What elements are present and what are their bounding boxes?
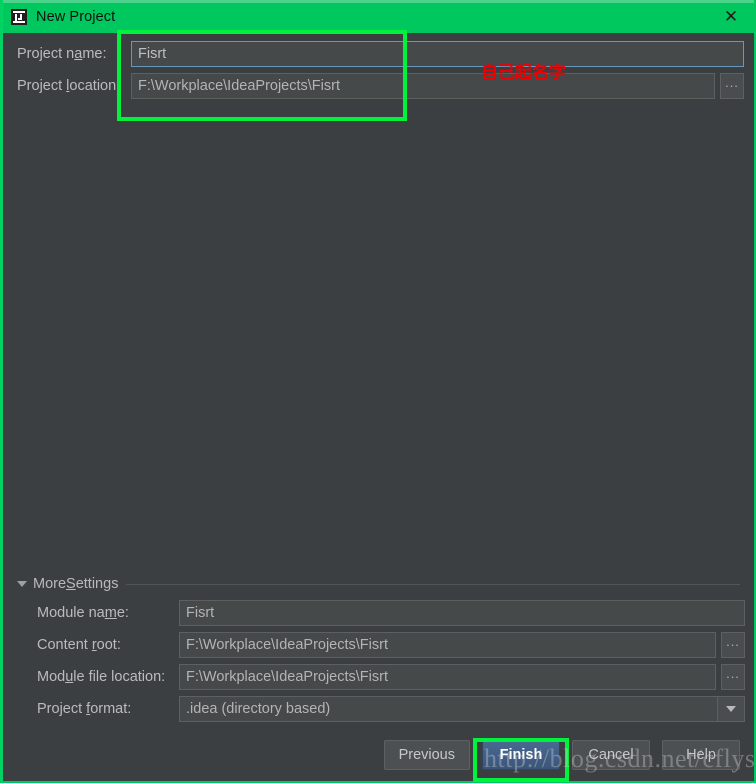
title-bar-top-strip xyxy=(3,0,754,3)
module-file-location-row: Module file location: F:\Workplace\IdeaP… xyxy=(37,664,745,690)
content-root-row: Content root: F:\Workplace\IdeaProjects\… xyxy=(37,632,745,658)
more-settings-header[interactable]: MoreSettings xyxy=(17,575,740,593)
chevron-down-icon[interactable] xyxy=(17,581,27,587)
project-format-label: Project format: xyxy=(37,701,132,717)
content-root-browse-button[interactable]: ... xyxy=(721,632,745,658)
project-location-label: Project location: xyxy=(17,78,121,94)
project-location-browse-button[interactable]: ... xyxy=(720,73,744,99)
title-bar: New Project ✕ xyxy=(3,0,754,33)
project-name-label: Project name: xyxy=(17,46,107,62)
more-settings-divider xyxy=(126,583,740,585)
chevron-down-icon xyxy=(726,706,736,712)
module-file-location-label: Module file location: xyxy=(37,669,166,685)
project-format-dropdown-arrow[interactable] xyxy=(717,696,745,722)
project-name-input[interactable]: Fisrt xyxy=(131,41,744,67)
annotation-red-note: 自己起名字 xyxy=(481,63,566,83)
help-button[interactable]: Help xyxy=(662,740,740,770)
new-project-dialog: New Project ✕ Project name: Fisrt Projec… xyxy=(0,0,756,783)
project-name-row: Project name: Fisrt xyxy=(17,41,745,67)
intellij-idea-icon xyxy=(11,8,27,25)
cancel-button[interactable]: Cancel xyxy=(572,740,650,770)
window-title: New Project xyxy=(36,8,116,25)
previous-button[interactable]: Previous xyxy=(383,740,470,770)
more-settings-label: MoreSettings xyxy=(33,576,119,592)
project-form: Project name: Fisrt Project location: F:… xyxy=(3,33,754,123)
module-file-location-browse-button[interactable]: ... xyxy=(721,664,745,690)
module-name-label: Module name: xyxy=(37,605,129,621)
finish-button[interactable]: Finish xyxy=(482,740,560,770)
module-name-row: Module name: Fisrt xyxy=(37,600,745,626)
module-name-input[interactable]: Fisrt xyxy=(179,600,745,626)
content-root-label: Content root: xyxy=(37,637,121,653)
module-file-location-input[interactable]: F:\Workplace\IdeaProjects\Fisrt xyxy=(179,664,716,690)
dialog-button-bar: Previous Finish Cancel Help xyxy=(3,739,740,771)
project-location-input[interactable]: F:\Workplace\IdeaProjects\Fisrt xyxy=(131,73,715,99)
project-format-row: Project format: .idea (directory based) xyxy=(37,696,745,722)
content-root-input[interactable]: F:\Workplace\IdeaProjects\Fisrt xyxy=(179,632,716,658)
project-format-value[interactable]: .idea (directory based) xyxy=(179,696,717,722)
close-icon[interactable]: ✕ xyxy=(714,4,748,30)
project-location-row: Project location: F:\Workplace\IdeaProje… xyxy=(17,73,745,99)
